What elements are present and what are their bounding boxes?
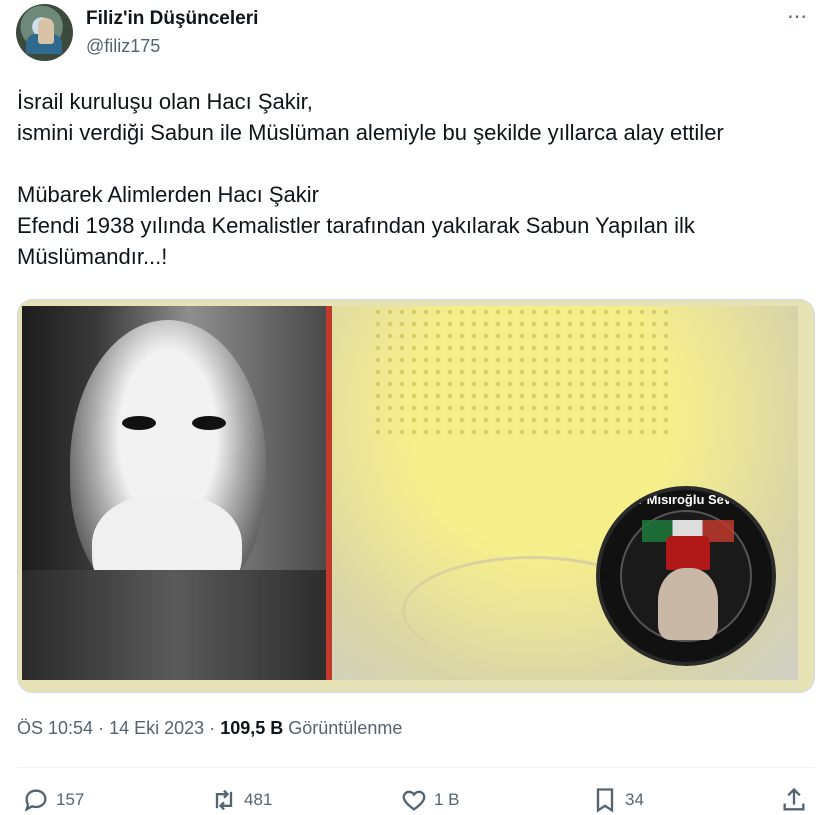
avatar-figure-head (38, 18, 54, 44)
logo-fez (666, 536, 710, 570)
repost-count: 481 (244, 790, 273, 809)
views-count: 109,5 B (220, 718, 284, 738)
portrait-eye (192, 416, 226, 430)
reply-icon (24, 789, 47, 812)
reply-button[interactable]: 157 (22, 786, 84, 814)
tweet-media-image[interactable]: Kadir Mısıroğlu Sevenler (17, 299, 815, 693)
action-bar: 157 481 1 B 34 (0, 780, 822, 815)
tweet-line: Efendi 1938 yılında Kemalistler tarafınd… (17, 213, 695, 238)
bookmark-count: 34 (625, 790, 644, 809)
tweet-header: Filiz'in Düşünceleri @filiz175 ⋯ (16, 4, 816, 64)
soap-texture (372, 306, 672, 436)
meta-separator: · (98, 718, 105, 738)
views-label: Görüntülenme (288, 718, 403, 738)
tweet-line: Müslümandır...! (17, 244, 168, 269)
more-options-icon[interactable]: ⋯ (787, 7, 808, 27)
tweet-line: Mübarek Alimlerden Hacı Şakir (17, 182, 320, 207)
author-name[interactable]: Filiz'in Düşünceleri (86, 8, 258, 30)
share-icon (783, 787, 805, 811)
logo-text: Kadir Mısıroğlu Sevenler (609, 492, 763, 507)
media-frame: Kadir Mısıroğlu Sevenler (22, 306, 798, 680)
share-button[interactable] (780, 786, 808, 814)
repost-button[interactable]: 481 (210, 786, 272, 814)
meta-separator: · (209, 718, 216, 738)
tweet-line: İsrail kuruluşu olan Hacı Şakir, (17, 89, 313, 114)
tweet-meta: ÖS 10:54 · 14 Eki 2023 · 109,5 B Görüntü… (17, 718, 402, 739)
divider (17, 767, 815, 768)
logo-portrait (658, 568, 718, 640)
bookmark-button[interactable]: 34 (591, 786, 644, 814)
avatar[interactable] (16, 4, 73, 61)
tweet-text: İsrail kuruluşu olan Hacı Şakir, ismini … (17, 86, 812, 272)
portrait-eye (122, 416, 156, 430)
tweet-line: ismini verdiği Sabun ile Müslüman alemiy… (17, 120, 724, 145)
tweet-time[interactable]: ÖS 10:54 (17, 718, 93, 738)
tweet-date[interactable]: 14 Eki 2023 (109, 718, 204, 738)
heart-icon (402, 790, 426, 811)
bookmark-icon (596, 788, 614, 813)
like-count: 1 B (434, 790, 460, 809)
portrait-coat (22, 570, 326, 680)
repost-icon (215, 789, 233, 811)
watermark-logo: Kadir Mısıroğlu Sevenler (596, 486, 776, 666)
portrait-photo (22, 306, 326, 680)
author-handle[interactable]: @filiz175 (86, 36, 160, 57)
like-button[interactable]: 1 B (400, 786, 460, 814)
reply-count: 157 (56, 790, 85, 809)
